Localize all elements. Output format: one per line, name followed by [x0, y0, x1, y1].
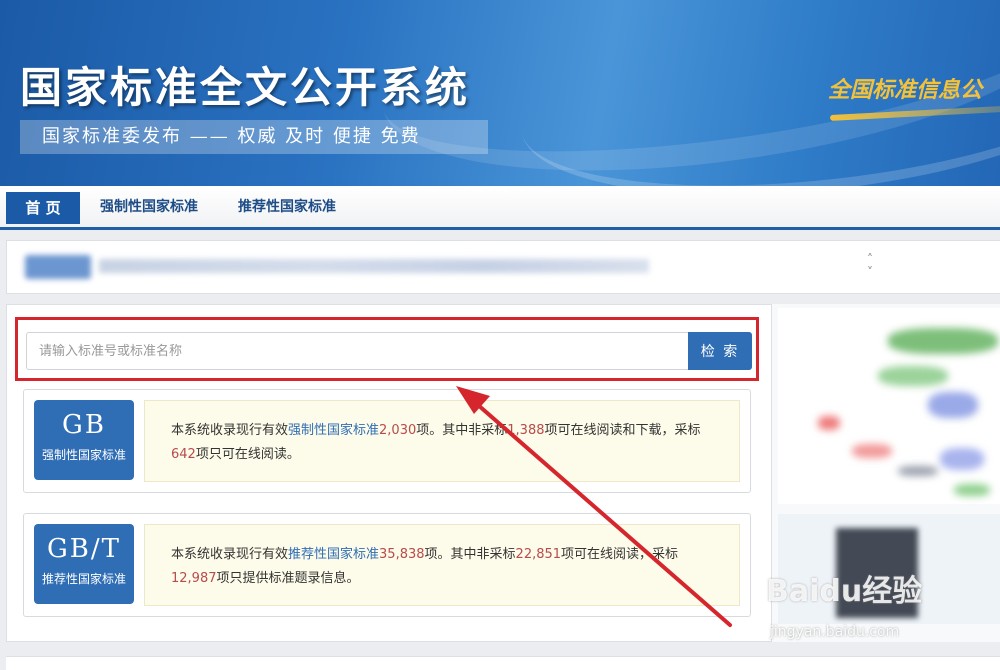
card-description: 本系统收录现行有效强制性国家标准2,030项。其中非采标1,388项可在线阅读和… — [144, 400, 740, 482]
search-input[interactable] — [26, 332, 688, 370]
total-count: 35,838 — [379, 547, 425, 562]
watermark-url: jingyan.baidu.com — [770, 624, 900, 640]
gbt-badge[interactable]: GB/T 推荐性国家标准 — [34, 524, 134, 604]
gb-badge[interactable]: GB 强制性国家标准 — [34, 400, 134, 480]
card-description: 本系统收录现行有效推荐性国家标准35,838项。其中非采标22,851项可在线阅… — [144, 524, 740, 606]
search-button[interactable]: 检 索 — [688, 332, 752, 370]
search-highlight-box: 检 索 — [15, 317, 759, 381]
nav-mandatory-standards[interactable]: 强制性国家标准 — [96, 192, 202, 228]
chevron-down-icon[interactable]: ˅ — [863, 266, 877, 279]
non-adopted-count: 22,851 — [515, 547, 562, 562]
site-subtitle: 国家标准委发布 —— 权威 及时 便捷 免费 — [20, 120, 488, 154]
blur-shape — [888, 328, 998, 354]
standard-card-gb: GB 强制性国家标准 本系统收录现行有效强制性国家标准2,030项。其中非采标1… — [23, 389, 751, 493]
blur-shape — [928, 392, 978, 418]
desc-text: 项。其中非采标 — [424, 547, 516, 562]
badge-code: GB/T — [47, 534, 121, 564]
desc-text: 项只提供标准题录信息。 — [216, 571, 360, 586]
non-adopted-count: 1,388 — [507, 423, 545, 438]
main-nav: 首 页 强制性国家标准 推荐性国家标准 — [0, 186, 1000, 230]
blur-shape — [878, 366, 948, 386]
mandatory-standards-link[interactable]: 强制性国家标准 — [288, 423, 379, 438]
blur-shape — [898, 466, 938, 476]
notice-tag-blurred — [25, 255, 91, 279]
nav-home[interactable]: 首 页 — [6, 192, 80, 224]
desc-text: 项可在线阅读和下载，采标 — [544, 423, 701, 438]
nav-recommended-standards[interactable]: 推荐性国家标准 — [232, 192, 342, 228]
adopted-count: 12,987 — [171, 571, 217, 586]
badge-label: 推荐性国家标准 — [41, 572, 126, 586]
badge-code: GB — [62, 410, 106, 440]
site-title: 国家标准全文公开系统 — [20, 63, 471, 112]
blur-shape — [940, 448, 984, 470]
banner-slogan: 全国标准信息公 — [828, 77, 983, 103]
desc-text: 项。其中非采标 — [416, 423, 508, 438]
blur-shape — [954, 484, 990, 496]
desc-text: 本系统收录现行有效 — [171, 423, 289, 438]
desc-text: 本系统收录现行有效 — [171, 547, 289, 562]
adopted-count: 642 — [171, 447, 196, 462]
baidu-watermark: Baidu经验 — [766, 574, 923, 609]
blur-shape — [852, 444, 892, 458]
blur-shape — [818, 416, 840, 430]
standard-card-gbt: GB/T 推荐性国家标准 本系统收录现行有效推荐性国家标准35,838项。其中非… — [23, 513, 751, 617]
header-banner: 国家标准全文公开系统 国家标准委发布 —— 权威 及时 便捷 免费 全国标准信息… — [0, 0, 1000, 186]
footer-strip — [6, 656, 1000, 670]
notice-scroll-control[interactable]: ˄ ˅ — [863, 253, 877, 279]
recommended-standards-link[interactable]: 推荐性国家标准 — [288, 547, 379, 562]
desc-text: 项可在线阅读，采标 — [561, 547, 679, 562]
total-count: 2,030 — [379, 423, 417, 438]
main-panel: 检 索 GB 强制性国家标准 本系统收录现行有效强制性国家标准2,030项。其中… — [6, 304, 772, 642]
desc-text: 项只可在线阅读。 — [195, 447, 300, 462]
sidebar-image-blurred[interactable] — [778, 308, 1000, 504]
notice-bar: ˄ ˅ — [6, 240, 1000, 294]
notice-text-blurred[interactable] — [99, 259, 649, 273]
badge-label: 强制性国家标准 — [41, 448, 126, 462]
